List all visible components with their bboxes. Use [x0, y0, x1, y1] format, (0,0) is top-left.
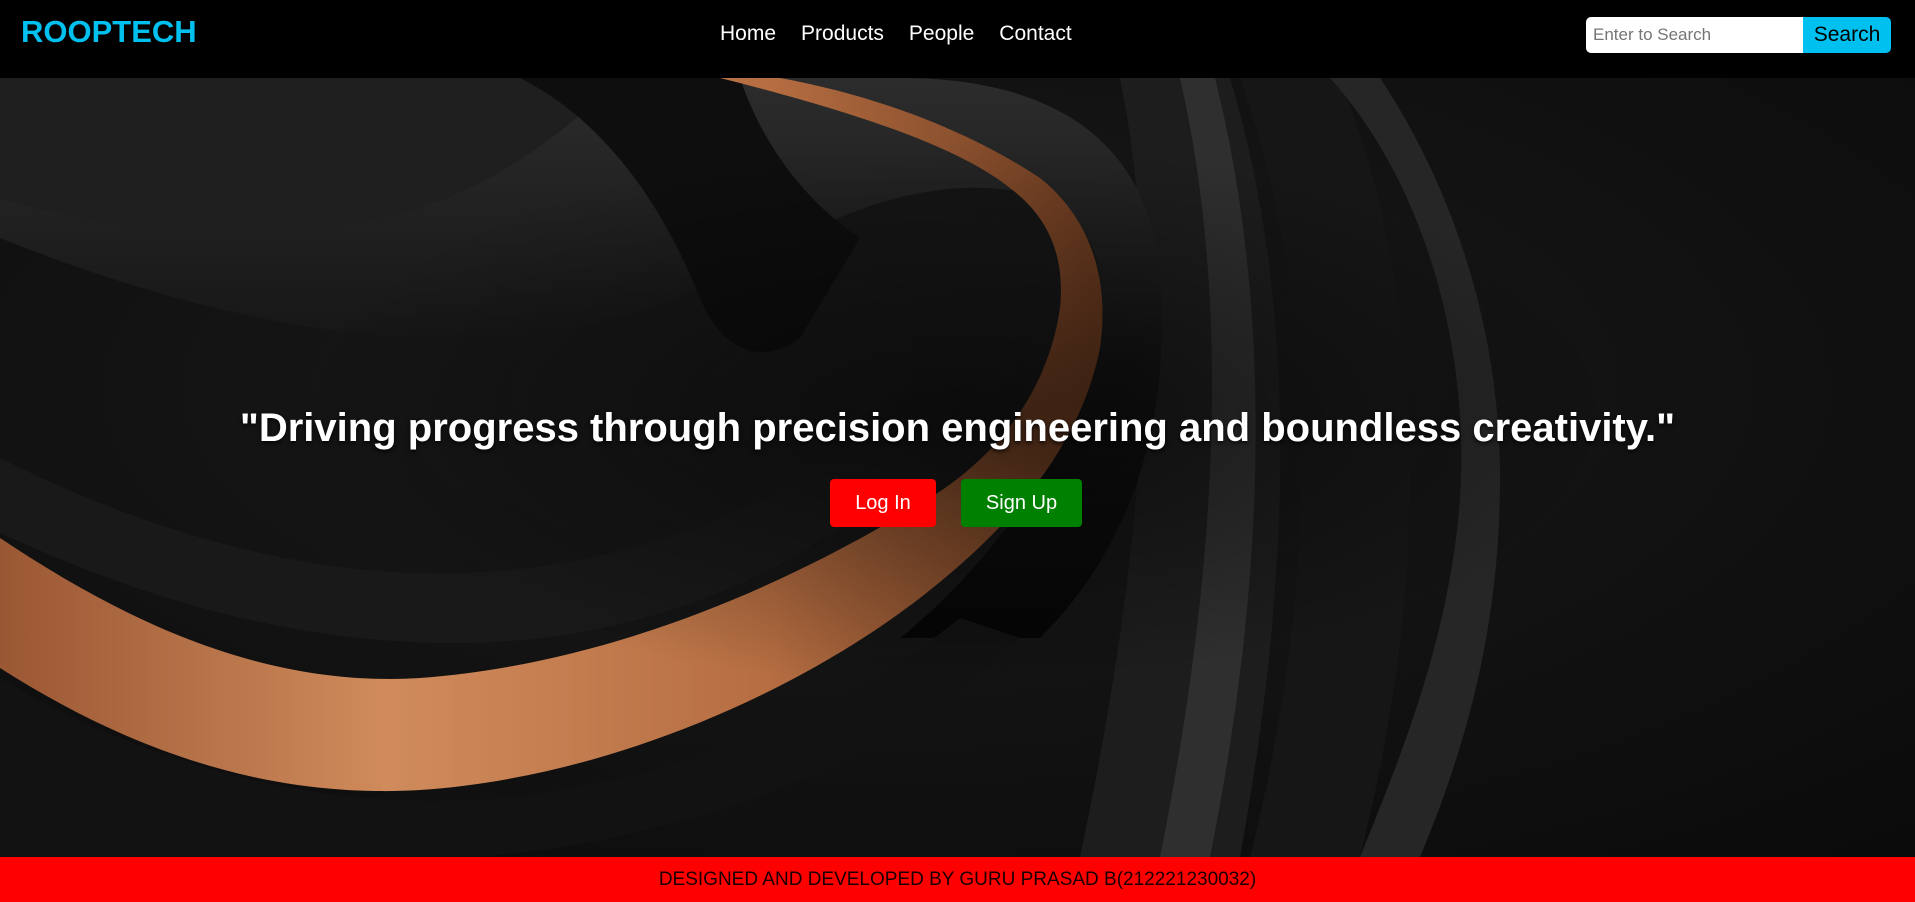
- main-nav: Home Products People Contact: [720, 20, 1097, 48]
- search-input[interactable]: [1586, 17, 1803, 53]
- nav-link-home[interactable]: Home: [720, 20, 776, 48]
- footer-credit: DESIGNED AND DEVELOPED BY GURU PRASAD B(…: [0, 857, 1915, 902]
- search-bar: Search: [1586, 17, 1891, 53]
- nav-link-contact[interactable]: Contact: [999, 20, 1071, 48]
- hero-background-image: [0, 78, 1915, 857]
- landing-page: ROOPTECH Home Products People Contact Se…: [0, 0, 1915, 902]
- hero-actions: Log In Sign Up: [830, 479, 1082, 527]
- nav-link-products[interactable]: Products: [801, 20, 884, 48]
- brand-logo[interactable]: ROOPTECH: [21, 14, 197, 50]
- signup-button[interactable]: Sign Up: [961, 479, 1082, 527]
- search-button[interactable]: Search: [1803, 17, 1891, 53]
- hero-section: "Driving progress through precision engi…: [0, 78, 1915, 857]
- top-navbar: ROOPTECH Home Products People Contact Se…: [0, 0, 1915, 78]
- hero-tagline: "Driving progress through precision engi…: [239, 406, 1676, 450]
- nav-link-people[interactable]: People: [909, 20, 974, 48]
- login-button[interactable]: Log In: [830, 479, 936, 527]
